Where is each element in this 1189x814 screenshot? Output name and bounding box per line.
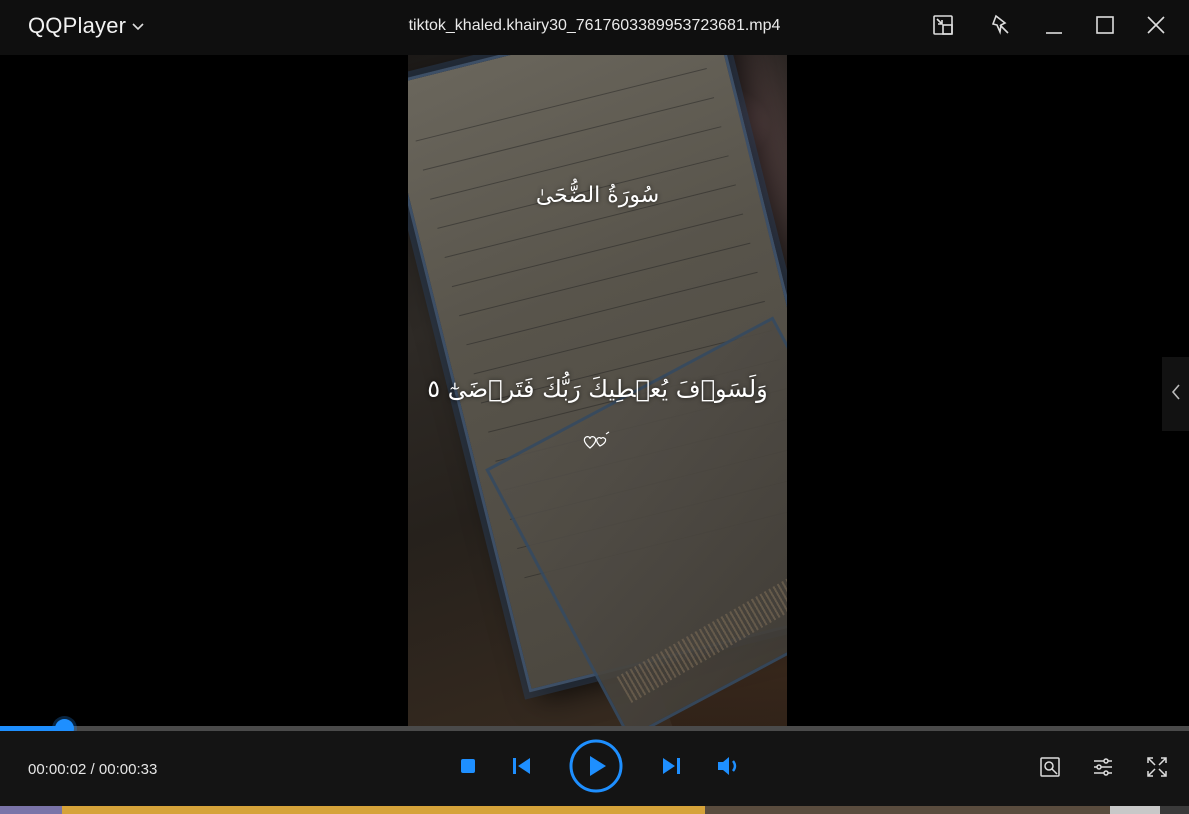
mini-mode-button[interactable] bbox=[928, 12, 958, 42]
pin-icon bbox=[989, 13, 1013, 42]
play-icon bbox=[569, 739, 623, 798]
chevron-down-icon bbox=[132, 18, 144, 36]
mini-mode-icon bbox=[931, 13, 955, 42]
current-time: 00:00:02 bbox=[28, 761, 87, 778]
app-name: QQPlayer bbox=[28, 13, 127, 38]
fullscreen-button[interactable] bbox=[1143, 755, 1171, 783]
volume-button[interactable] bbox=[715, 755, 743, 781]
minimize-icon bbox=[1042, 13, 1066, 42]
previous-icon bbox=[512, 757, 532, 780]
previous-button[interactable] bbox=[509, 755, 535, 781]
chevron-left-icon bbox=[1171, 383, 1181, 406]
surah-title: سُورَةُ الضُّحَىٰ bbox=[535, 183, 660, 208]
fullscreen-icon bbox=[1145, 755, 1169, 784]
app-menu[interactable]: QQPlayer bbox=[28, 13, 144, 39]
stop-button[interactable] bbox=[455, 755, 481, 781]
close-button[interactable] bbox=[1141, 12, 1171, 42]
video-frame: سُورَةُ الضُّحَىٰ وَلَسَوۡفَ يُعۡطِيكَ ر… bbox=[408, 55, 787, 727]
next-icon bbox=[661, 757, 681, 780]
play-button[interactable] bbox=[569, 739, 623, 798]
time-separator: / bbox=[86, 761, 99, 778]
minimize-button[interactable] bbox=[1039, 12, 1069, 42]
maximize-icon bbox=[1093, 13, 1117, 42]
control-bar: 00:00:02 / 00:00:33 bbox=[0, 731, 1189, 806]
settings-button[interactable] bbox=[1089, 755, 1117, 783]
video-area[interactable]: سُورَةُ الضُّحَىٰ وَلَسَوۡفَ يُعۡطِيكَ ر… bbox=[0, 55, 1189, 727]
total-time: 00:00:33 bbox=[98, 761, 158, 778]
settings-icon bbox=[1091, 755, 1115, 784]
screenshot-button[interactable] bbox=[1036, 755, 1064, 783]
stop-icon bbox=[460, 758, 476, 779]
next-button[interactable] bbox=[658, 755, 684, 781]
title-bar: QQPlayer tiktok_khaled.khairy30_76176033… bbox=[0, 0, 1189, 55]
pin-button[interactable] bbox=[986, 12, 1016, 42]
close-icon bbox=[1144, 13, 1168, 42]
desktop-background-strip bbox=[0, 806, 1189, 814]
hearts-icon bbox=[582, 431, 612, 451]
screenshot-icon bbox=[1038, 755, 1062, 784]
side-panel-toggle[interactable] bbox=[1162, 357, 1189, 431]
verse-text: وَلَسَوۡفَ يُعۡطِيكَ رَبُّكَ فَتَرۡضَىٰٓ… bbox=[427, 375, 768, 403]
maximize-button[interactable] bbox=[1090, 12, 1120, 42]
time-display: 00:00:02 / 00:00:33 bbox=[28, 761, 157, 778]
volume-icon bbox=[716, 756, 742, 781]
